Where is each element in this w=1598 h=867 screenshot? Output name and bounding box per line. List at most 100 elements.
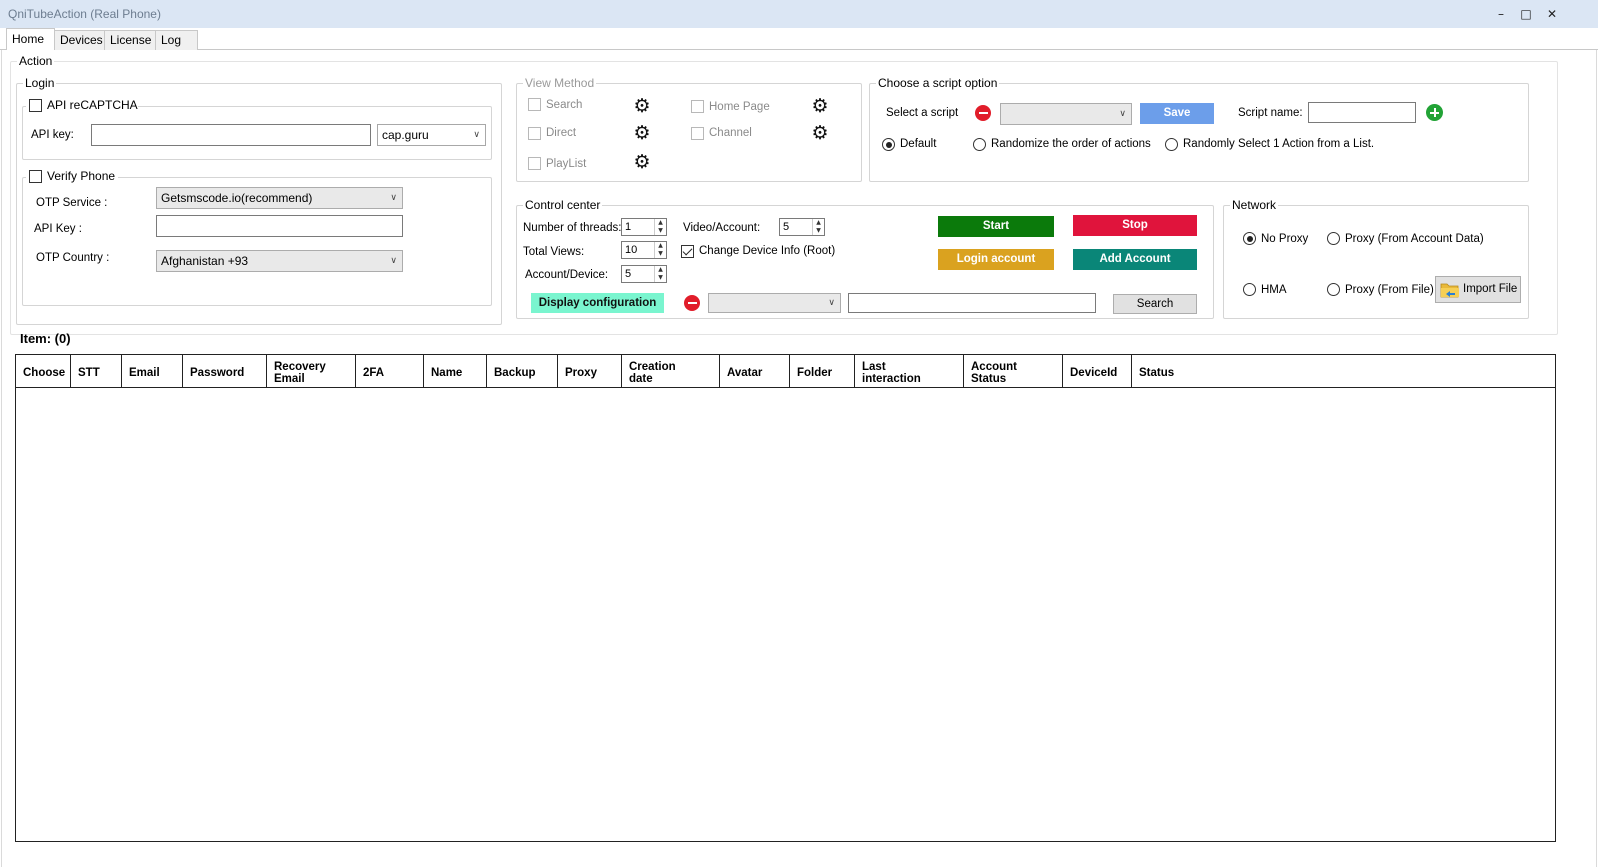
import-file-button[interactable]: Import File — [1435, 276, 1521, 303]
filter-select[interactable]: ∨ — [708, 293, 841, 313]
total-views-label: Total Views: — [523, 246, 585, 258]
hma-label: HMA — [1261, 284, 1287, 296]
close-button[interactable]: ✕ — [1543, 6, 1561, 22]
spin-down-icon[interactable]: ▼ — [655, 250, 666, 258]
search-input[interactable] — [848, 293, 1096, 313]
api-key-label: API key: — [31, 129, 74, 141]
add-account-button[interactable]: Add Account — [1073, 249, 1197, 270]
gear-icon[interactable]: ⚙ — [632, 123, 652, 143]
save-button[interactable]: Save — [1140, 103, 1214, 124]
gear-icon[interactable]: ⚙ — [810, 96, 830, 116]
account-device-label: Account/Device: — [525, 269, 609, 281]
account-device-value: 5 — [625, 268, 632, 280]
otp-api-key-label: API Key : — [34, 223, 82, 235]
mode-random-one-radio[interactable] — [1165, 138, 1178, 151]
tab-license[interactable]: License — [104, 30, 156, 50]
gear-icon[interactable]: ⚙ — [632, 96, 652, 116]
tab-home[interactable]: Home — [6, 28, 55, 50]
otp-service-select[interactable]: Getsmscode.io(recommend) ∨ — [156, 187, 403, 209]
column-header[interactable]: Avatar — [720, 355, 790, 387]
api-key-input[interactable] — [91, 124, 371, 146]
tab-log[interactable]: Log — [155, 30, 198, 50]
tab-strip: Home Devices License Log — [0, 28, 1598, 50]
search-checkbox[interactable] — [528, 98, 541, 111]
column-header[interactable]: Email — [122, 355, 183, 387]
total-views-spinner[interactable]: 10 ▲ ▼ — [621, 241, 667, 259]
spin-down-icon[interactable]: ▼ — [655, 227, 666, 235]
script-select[interactable]: ∨ — [1000, 103, 1132, 125]
item-count-label: Item: (0) — [20, 331, 71, 346]
direct-checkbox[interactable] — [528, 127, 541, 140]
search-button[interactable]: Search — [1113, 294, 1197, 314]
spin-up-icon[interactable]: ▲ — [655, 266, 666, 274]
proxy-account-data-label: Proxy (From Account Data) — [1345, 233, 1484, 245]
tab-devices[interactable]: Devices — [54, 30, 105, 50]
spin-down-icon[interactable]: ▼ — [813, 227, 824, 235]
gear-icon[interactable]: ⚙ — [810, 123, 830, 143]
verify-phone-label: Verify Phone — [47, 169, 116, 183]
stop-button[interactable]: Stop — [1073, 215, 1197, 236]
import-file-label: Import File — [1463, 283, 1518, 295]
column-header[interactable]: STT — [71, 355, 122, 387]
home-page-checkbox[interactable] — [691, 100, 704, 113]
column-header[interactable]: Last interaction — [855, 355, 964, 387]
playlist-checkbox[interactable] — [528, 157, 541, 170]
login-account-button[interactable]: Login account — [938, 249, 1054, 270]
column-header[interactable]: 2FA — [356, 355, 424, 387]
spin-up-icon[interactable]: ▲ — [655, 219, 666, 227]
mode-default-label: Default — [900, 138, 937, 150]
column-header[interactable]: Folder — [790, 355, 855, 387]
threads-label: Number of threads: — [523, 222, 622, 234]
threads-spinner[interactable]: 1 ▲ ▼ — [621, 218, 667, 236]
account-device-spinner[interactable]: 5 ▲ ▼ — [621, 265, 667, 283]
script-option-legend: Choose a script option — [876, 75, 1000, 91]
chevron-down-icon: ∨ — [473, 130, 480, 140]
add-script-icon[interactable] — [1426, 104, 1443, 121]
verify-phone-checkbox[interactable] — [29, 170, 42, 183]
proxy-account-data-radio[interactable] — [1327, 232, 1340, 245]
column-header[interactable]: Password — [183, 355, 267, 387]
accounts-table[interactable]: Choose STT Email Password Recovery Email… — [15, 354, 1556, 842]
column-header[interactable]: Proxy — [558, 355, 622, 387]
hma-radio[interactable] — [1243, 283, 1256, 296]
script-name-input[interactable] — [1308, 102, 1416, 123]
control-center-legend: Control center — [523, 197, 603, 213]
otp-country-label: OTP Country : — [36, 252, 110, 264]
no-proxy-radio[interactable] — [1243, 232, 1256, 245]
chevron-down-icon: ∨ — [1119, 109, 1126, 119]
column-header[interactable]: Status — [1132, 355, 1555, 387]
proxy-from-file-radio[interactable] — [1327, 283, 1340, 296]
proxy-from-file-label: Proxy (From File) — [1345, 284, 1434, 296]
mode-random-one-label: Randomly Select 1 Action from a List. — [1183, 138, 1375, 150]
mode-default-radio[interactable] — [882, 138, 895, 151]
gear-icon[interactable]: ⚙ — [632, 152, 652, 172]
column-header[interactable]: Name — [424, 355, 487, 387]
column-header[interactable]: Choose — [16, 355, 71, 387]
column-header[interactable]: Backup — [487, 355, 558, 387]
minimize-button[interactable]: – — [1492, 6, 1510, 22]
captcha-provider-select[interactable]: cap.guru ∨ — [377, 124, 486, 146]
recaptcha-checkbox[interactable] — [29, 99, 42, 112]
remove-script-icon[interactable] — [975, 105, 991, 121]
start-button[interactable]: Start — [938, 216, 1054, 237]
script-name-label: Script name: — [1238, 107, 1303, 119]
view-method-home-page-label: Home Page — [709, 101, 770, 113]
mode-randomize-radio[interactable] — [973, 138, 986, 151]
spin-up-icon[interactable]: ▲ — [813, 219, 824, 227]
login-legend: Login — [23, 75, 57, 91]
remove-filter-icon[interactable] — [684, 295, 700, 311]
change-device-checkbox[interactable] — [681, 245, 694, 258]
video-account-spinner[interactable]: 5 ▲ ▼ — [779, 218, 825, 236]
spin-up-icon[interactable]: ▲ — [655, 242, 666, 250]
spin-down-icon[interactable]: ▼ — [655, 274, 666, 282]
column-header[interactable]: Account Status — [964, 355, 1063, 387]
column-header[interactable]: Creation date — [622, 355, 720, 387]
channel-checkbox[interactable] — [691, 127, 704, 140]
maximize-button[interactable]: □ — [1517, 6, 1535, 22]
display-configuration-button[interactable]: Display configuration — [531, 293, 664, 313]
column-header[interactable]: DeviceId — [1063, 355, 1132, 387]
otp-country-select[interactable]: Afghanistan +93 ∨ — [156, 250, 403, 272]
video-account-value: 5 — [783, 221, 790, 233]
otp-api-key-input[interactable] — [156, 215, 403, 237]
column-header[interactable]: Recovery Email — [267, 355, 356, 387]
